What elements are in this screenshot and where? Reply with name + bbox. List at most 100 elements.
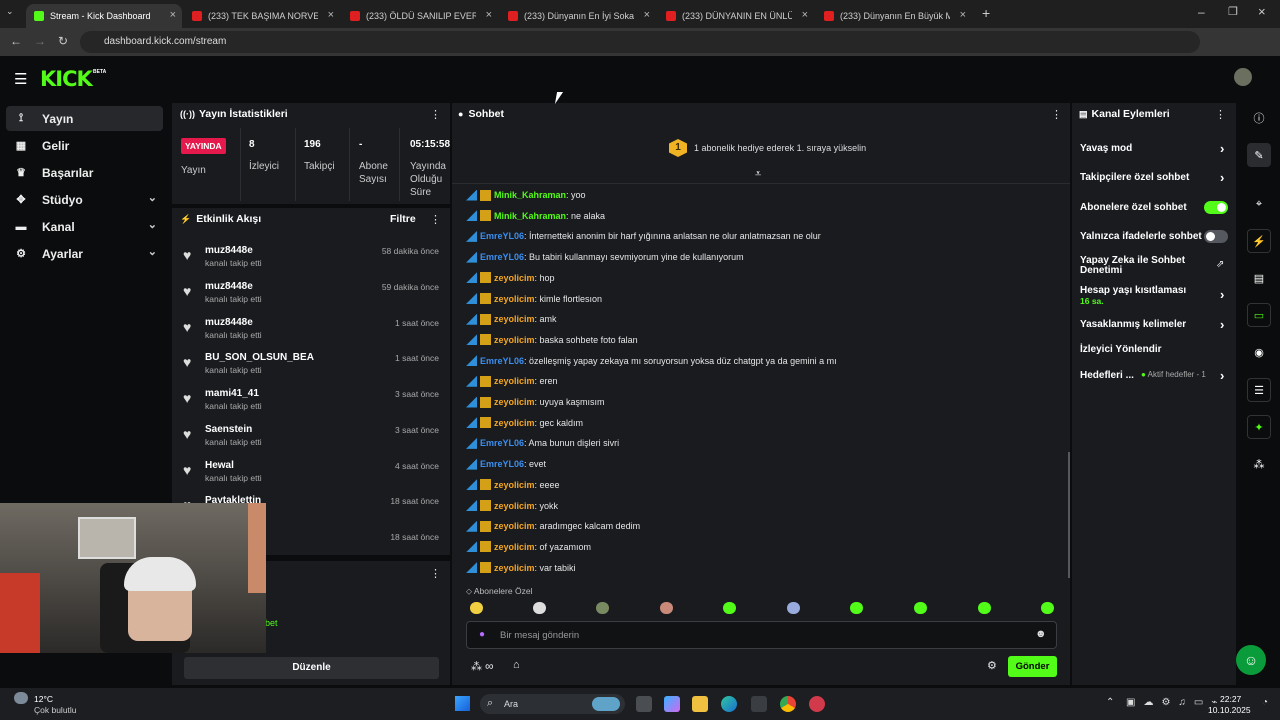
chat-username[interactable]: zeyolicim (494, 418, 535, 428)
emote-icon[interactable] (787, 602, 800, 614)
close-icon[interactable]: × (170, 9, 176, 21)
activity-user[interactable]: muz8448e (205, 317, 253, 328)
browser-tab-5[interactable]: (233) DÜNYANIN EN ÜNLÜ HA × (658, 4, 814, 28)
sidebar-item-stream[interactable]: ⟟ Yayın (6, 106, 163, 131)
chat-username[interactable]: EmreYL06 (480, 252, 524, 262)
activity-user[interactable]: mami41_41 (205, 388, 259, 399)
chat-username[interactable]: zeyolicim (494, 480, 535, 490)
emote-icon[interactable] (914, 602, 927, 614)
user-avatar[interactable] (1234, 68, 1252, 86)
activity-user[interactable]: BU_SON_OLSUN_BEA (205, 352, 314, 363)
chat-username[interactable]: EmreYL06 (480, 231, 524, 241)
browser-tab-3[interactable]: (233) ÖLDÜ SANILIP EVEREST'İ × (342, 4, 498, 28)
close-window-icon[interactable]: × (1258, 4, 1266, 19)
stats-menu-icon[interactable]: ⋮ (430, 108, 441, 121)
chat-username[interactable]: EmreYL06 (480, 438, 524, 448)
followers-only-item[interactable]: Takipçilere özel sohbet › (1080, 170, 1224, 185)
browser-tab-1[interactable]: Stream - Kick Dashboard × (26, 4, 182, 28)
close-icon[interactable]: × (328, 9, 334, 21)
chat-username[interactable]: zeyolicim (494, 376, 535, 386)
activity-user[interactable]: Hewal (205, 460, 234, 471)
browser-tab-4[interactable]: (233) Dünyanın En İyi Sokak Ye × (500, 4, 656, 28)
reload-icon[interactable]: ↻ (58, 34, 68, 48)
gift-leaderboard-text[interactable]: 1 abonelik hediye ederek 1. sıraya yükse… (694, 143, 866, 153)
emote-picker-icon[interactable]: ⁂ (471, 660, 482, 673)
minimize-icon[interactable]: – (1198, 5, 1205, 19)
chat-username[interactable]: zeyolicim (494, 521, 535, 531)
sidebar-item-channel[interactable]: ▬ Kanal ⌄ (6, 214, 163, 239)
emote-icon[interactable] (850, 602, 863, 614)
chat-username[interactable]: Minik_Kahraman (494, 211, 566, 221)
broadcast-icon[interactable]: ◉ (1247, 340, 1271, 364)
task-view-icon[interactable] (636, 696, 652, 712)
weather-icon[interactable] (14, 692, 28, 704)
chat-username[interactable]: zeyolicim (494, 563, 535, 573)
new-tab-icon[interactable]: + (982, 5, 990, 21)
app-icon[interactable] (809, 696, 825, 712)
maximize-icon[interactable]: ❐ (1228, 5, 1238, 18)
emoji-icon[interactable]: ☻ (1035, 628, 1047, 640)
windows-start-icon[interactable] (455, 696, 470, 711)
chat-icon[interactable]: ▭ (1247, 303, 1271, 327)
activity-user[interactable]: muz8448e (205, 245, 253, 256)
bolt-icon[interactable]: ⚡ (1247, 229, 1271, 253)
emote-icon[interactable] (470, 602, 483, 614)
document-icon[interactable]: ▤ (1247, 266, 1271, 290)
chat-username[interactable]: zeyolicim (494, 294, 535, 304)
widget-menu-icon[interactable]: ⋮ (430, 567, 441, 580)
activity-user[interactable]: muz8448e (205, 281, 253, 292)
chat-username[interactable]: Minik_Kahraman (494, 190, 566, 200)
chat-scrollbar[interactable] (1068, 452, 1070, 578)
send-button[interactable]: Gönder (1008, 656, 1057, 677)
pencil-icon[interactable]: ✎ (1247, 143, 1271, 167)
emote-icon[interactable] (533, 602, 546, 614)
chat-username[interactable]: zeyolicim (494, 501, 535, 511)
emote-icon[interactable] (596, 602, 609, 614)
goals-item[interactable]: Hedefleri ... › (1080, 368, 1224, 383)
subs-only-toggle[interactable] (1204, 201, 1228, 214)
ai-moderation-item[interactable]: Yapay Zeka ile Sohbet Denetimi (1080, 256, 1205, 276)
chrome-icon[interactable] (780, 696, 796, 712)
store-icon[interactable]: ⌂ (513, 659, 520, 671)
external-link-icon[interactable]: ⇗ (1216, 259, 1224, 270)
info-icon[interactable]: ⓘ (1247, 106, 1271, 130)
browser-tab-2[interactable]: (233) TEK BAŞIMA NORVEÇ KÖ × (184, 4, 340, 28)
tray-arrow-icon[interactable]: ⌃ (1106, 697, 1114, 708)
raid-item[interactable]: İzleyici Yönlendir (1080, 344, 1162, 355)
edit-button[interactable]: Düzenle (184, 657, 439, 679)
chat-username[interactable]: EmreYL06 (480, 356, 524, 366)
microphone-icon[interactable]: ● (479, 629, 485, 640)
back-icon[interactable]: ← (10, 34, 22, 48)
activity-menu-icon[interactable]: ⋮ (430, 213, 441, 226)
close-icon[interactable]: × (486, 9, 492, 21)
chat-username[interactable]: zeyolicim (494, 273, 535, 283)
store-app-icon[interactable] (751, 696, 767, 712)
activity-user[interactable]: Saenstein (205, 424, 252, 435)
hamburger-menu-icon[interactable]: ☰ (14, 70, 27, 88)
chat-username[interactable]: zeyolicim (494, 314, 535, 324)
slow-mode-item[interactable]: Yavaş mod › (1080, 141, 1224, 156)
close-icon[interactable]: × (960, 9, 966, 21)
file-explorer-icon[interactable] (692, 696, 708, 712)
notification-icon[interactable]: ◔ (1262, 697, 1268, 708)
chat-settings-icon[interactable]: ⚙ (987, 659, 997, 672)
edge-icon[interactable] (721, 696, 737, 712)
sidebar-item-settings[interactable]: ⚙ Ayarlar ⌄ (6, 241, 163, 266)
support-chat-icon[interactable]: ☺ (1236, 645, 1266, 675)
infinity-icon[interactable]: ∞ (485, 659, 494, 673)
browser-tab-6[interactable]: (233) Dünyanın En Büyük Mağa × (816, 4, 972, 28)
emote-icon[interactable] (723, 602, 736, 614)
chat-username[interactable]: zeyolicim (494, 335, 535, 345)
apps-icon[interactable]: ⁂ (1247, 452, 1271, 476)
forward-icon[interactable]: → (34, 34, 46, 48)
taskbar-search[interactable]: ⌕ Ara (480, 694, 625, 714)
emote-icon[interactable] (978, 602, 991, 614)
sidebar-item-achievements[interactable]: ♛ Başarılar (6, 160, 163, 185)
wrench-icon[interactable]: ✦ (1247, 415, 1271, 439)
sidebar-item-revenue[interactable]: ▦ Gelir (6, 133, 163, 158)
emotes-only-toggle[interactable] (1204, 230, 1228, 243)
emote-icon[interactable] (1041, 602, 1054, 614)
banned-words-item[interactable]: Yasaklanmış kelimeler › (1080, 317, 1224, 332)
close-icon[interactable]: × (802, 9, 808, 21)
account-age-item[interactable]: Hesap yaşı kısıtlaması › (1080, 285, 1224, 302)
